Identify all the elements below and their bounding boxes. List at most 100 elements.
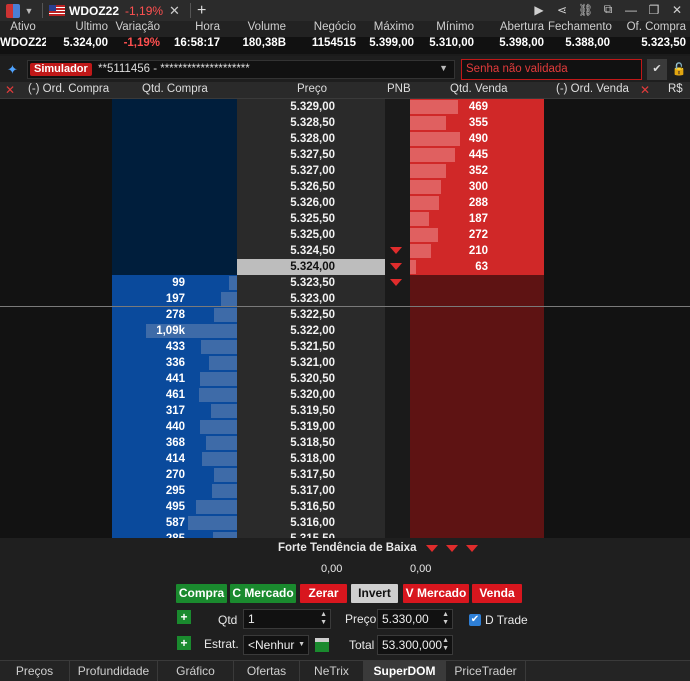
quote-header-cell[interactable]: Fechamento A bbox=[548, 21, 614, 37]
bid-quantity[interactable]: 461 bbox=[112, 387, 237, 403]
bid-quantity[interactable]: 1,09k bbox=[112, 323, 237, 339]
ask-quantity[interactable]: 355 bbox=[410, 115, 544, 131]
buy-orders-column[interactable] bbox=[0, 99, 112, 538]
ask-quantity[interactable]: 272 bbox=[410, 227, 544, 243]
quote-header-cell[interactable]: Negócio bbox=[290, 21, 360, 37]
spin-arrows-icon[interactable]: ▲ ▼ bbox=[442, 611, 449, 627]
buy-button[interactable]: Compra bbox=[176, 584, 227, 603]
chevron-down-icon[interactable]: ▼ bbox=[298, 641, 305, 649]
app-menu-chevron-down-icon[interactable]: ▼ bbox=[24, 6, 34, 16]
bid-quantity[interactable]: 495 bbox=[112, 499, 237, 515]
quote-header-cell[interactable]: Mínimo bbox=[418, 21, 478, 37]
price-level[interactable]: 5.316,00 bbox=[237, 515, 385, 531]
price-level[interactable]: 5.324,00 bbox=[237, 259, 385, 275]
price-level[interactable]: 5.326,00 bbox=[237, 195, 385, 211]
chevron-down-icon[interactable]: ▼ bbox=[439, 63, 448, 73]
quantity-stepper[interactable]: 1 ▲ ▼ bbox=[243, 609, 331, 629]
quote-header-cell[interactable]: Abertura bbox=[478, 21, 548, 37]
quote-header-cell[interactable]: Ativo bbox=[0, 21, 46, 37]
calculator-icon[interactable] bbox=[315, 638, 329, 652]
ask-quantity[interactable]: 445 bbox=[410, 147, 544, 163]
bid-quantity[interactable]: 285 bbox=[112, 531, 237, 538]
header-ord-venda[interactable]: (-) Ord. Venda bbox=[556, 83, 629, 95]
bid-quantity[interactable]: 278 bbox=[112, 307, 237, 323]
tab-netrix[interactable]: NeTrix bbox=[300, 661, 364, 681]
price-level[interactable]: 5.325,00 bbox=[237, 227, 385, 243]
password-field[interactable]: Senha não validada bbox=[461, 59, 642, 80]
ask-quantity[interactable]: 288 bbox=[410, 195, 544, 211]
sell-market-button[interactable]: V Mercado bbox=[403, 584, 469, 603]
bid-quantity[interactable]: 197 bbox=[112, 291, 237, 307]
zero-position-button[interactable]: Zerar bbox=[300, 584, 347, 603]
bid-quantity[interactable]: 270 bbox=[112, 467, 237, 483]
price-level[interactable]: 5.319,00 bbox=[237, 419, 385, 435]
price-level[interactable]: 5.315,50 bbox=[237, 531, 385, 538]
day-trade-checkbox[interactable]: ✔ bbox=[469, 614, 481, 626]
quote-header-cell[interactable]: Of. Compra bbox=[614, 21, 690, 37]
bid-quantity[interactable]: 433 bbox=[112, 339, 237, 355]
header-ord-compra[interactable]: (-) Ord. Compra bbox=[28, 83, 109, 95]
price-level[interactable]: 5.318,00 bbox=[237, 451, 385, 467]
bid-quantity[interactable]: 414 bbox=[112, 451, 237, 467]
price-level[interactable]: 5.317,00 bbox=[237, 483, 385, 499]
price-level[interactable]: 5.329,00 bbox=[237, 99, 385, 115]
bid-quantity[interactable]: 295 bbox=[112, 483, 237, 499]
ask-quantity[interactable]: 469 bbox=[410, 99, 544, 115]
youtube-icon[interactable]: ▶ bbox=[532, 3, 546, 17]
account-select[interactable]: Simulador **5111456 - ******************… bbox=[27, 60, 455, 79]
price-level[interactable]: 5.324,50 bbox=[237, 243, 385, 259]
sell-button[interactable]: Venda bbox=[472, 584, 522, 603]
validate-password-button[interactable]: ✔ bbox=[647, 59, 667, 80]
restore-icon[interactable]: ❐ bbox=[647, 3, 661, 17]
ask-quantity[interactable]: 63 bbox=[410, 259, 544, 275]
spin-arrows-icon[interactable]: ▲ ▼ bbox=[442, 637, 449, 653]
price-level[interactable]: 5.328,50 bbox=[237, 115, 385, 131]
quote-header-cell[interactable]: Máximo bbox=[360, 21, 418, 37]
spin-arrows-icon[interactable]: ▲ ▼ bbox=[320, 611, 327, 627]
quote-header-cell[interactable]: Variação bbox=[112, 21, 164, 37]
price-level[interactable]: 5.321,00 bbox=[237, 355, 385, 371]
price-level[interactable]: 5.316,50 bbox=[237, 499, 385, 515]
price-level[interactable]: 5.318,50 bbox=[237, 435, 385, 451]
bid-quantity[interactable]: 336 bbox=[112, 355, 237, 371]
cancel-buy-orders-icon[interactable]: ✕ bbox=[5, 83, 15, 97]
total-stepper[interactable]: 53.300,000 ▲ ▼ bbox=[377, 635, 453, 655]
close-icon[interactable]: ✕ bbox=[670, 3, 684, 17]
tab-profundidade[interactable]: Profundidade bbox=[70, 661, 158, 681]
price-level[interactable]: 5.319,50 bbox=[237, 403, 385, 419]
link-icon[interactable]: ⛓ bbox=[578, 3, 593, 17]
price-level[interactable]: 5.323,50 bbox=[237, 275, 385, 291]
order-book[interactable]: 5.329,00 469 5.328,50 355 5.328,00 490 5.327,5… bbox=[0, 99, 690, 538]
ask-quantity[interactable]: 352 bbox=[410, 163, 544, 179]
bid-quantity[interactable]: 440 bbox=[112, 419, 237, 435]
add-quantity-button[interactable]: + bbox=[177, 610, 191, 624]
quote-header-cell[interactable]: Último bbox=[46, 21, 112, 37]
price-level[interactable]: 5.326,50 bbox=[237, 179, 385, 195]
ask-quantity[interactable]: 210 bbox=[410, 243, 544, 259]
add-strategy-button[interactable]: + bbox=[177, 636, 191, 650]
buy-market-button[interactable]: C Mercado bbox=[230, 584, 296, 603]
bid-quantity[interactable]: 587 bbox=[112, 515, 237, 531]
quote-header-cell[interactable]: Hora bbox=[164, 21, 224, 37]
price-level[interactable]: 5.327,50 bbox=[237, 147, 385, 163]
price-level[interactable]: 5.328,00 bbox=[237, 131, 385, 147]
price-level[interactable]: 5.322,00 bbox=[237, 323, 385, 339]
window-icon[interactable]: ⧉ bbox=[601, 2, 615, 17]
price-stepper[interactable]: 5.330,00 ▲ ▼ bbox=[377, 609, 453, 629]
bid-quantity[interactable]: 317 bbox=[112, 403, 237, 419]
lock-icon[interactable]: 🔓 bbox=[671, 59, 687, 80]
price-level[interactable]: 5.327,00 bbox=[237, 163, 385, 179]
minimize-icon[interactable]: — bbox=[624, 3, 638, 17]
symbol-tab-title[interactable]: WDOZ22 bbox=[69, 4, 119, 18]
bid-quantity[interactable]: 368 bbox=[112, 435, 237, 451]
cancel-sell-orders-icon[interactable]: ✕ bbox=[640, 83, 650, 97]
price-level[interactable]: 5.323,00 bbox=[237, 291, 385, 307]
ask-quantity[interactable]: 300 bbox=[410, 179, 544, 195]
strategy-select[interactable]: <Nenhur ▼ bbox=[243, 635, 309, 655]
quote-header-cell[interactable]: Volume bbox=[224, 21, 290, 37]
price-level[interactable]: 5.325,50 bbox=[237, 211, 385, 227]
close-tab-icon[interactable]: ✕ bbox=[169, 3, 180, 19]
tab-ofertas[interactable]: Ofertas bbox=[234, 661, 300, 681]
tab-gráfico[interactable]: Gráfico bbox=[158, 661, 234, 681]
tab-preços[interactable]: Preços bbox=[0, 661, 70, 681]
